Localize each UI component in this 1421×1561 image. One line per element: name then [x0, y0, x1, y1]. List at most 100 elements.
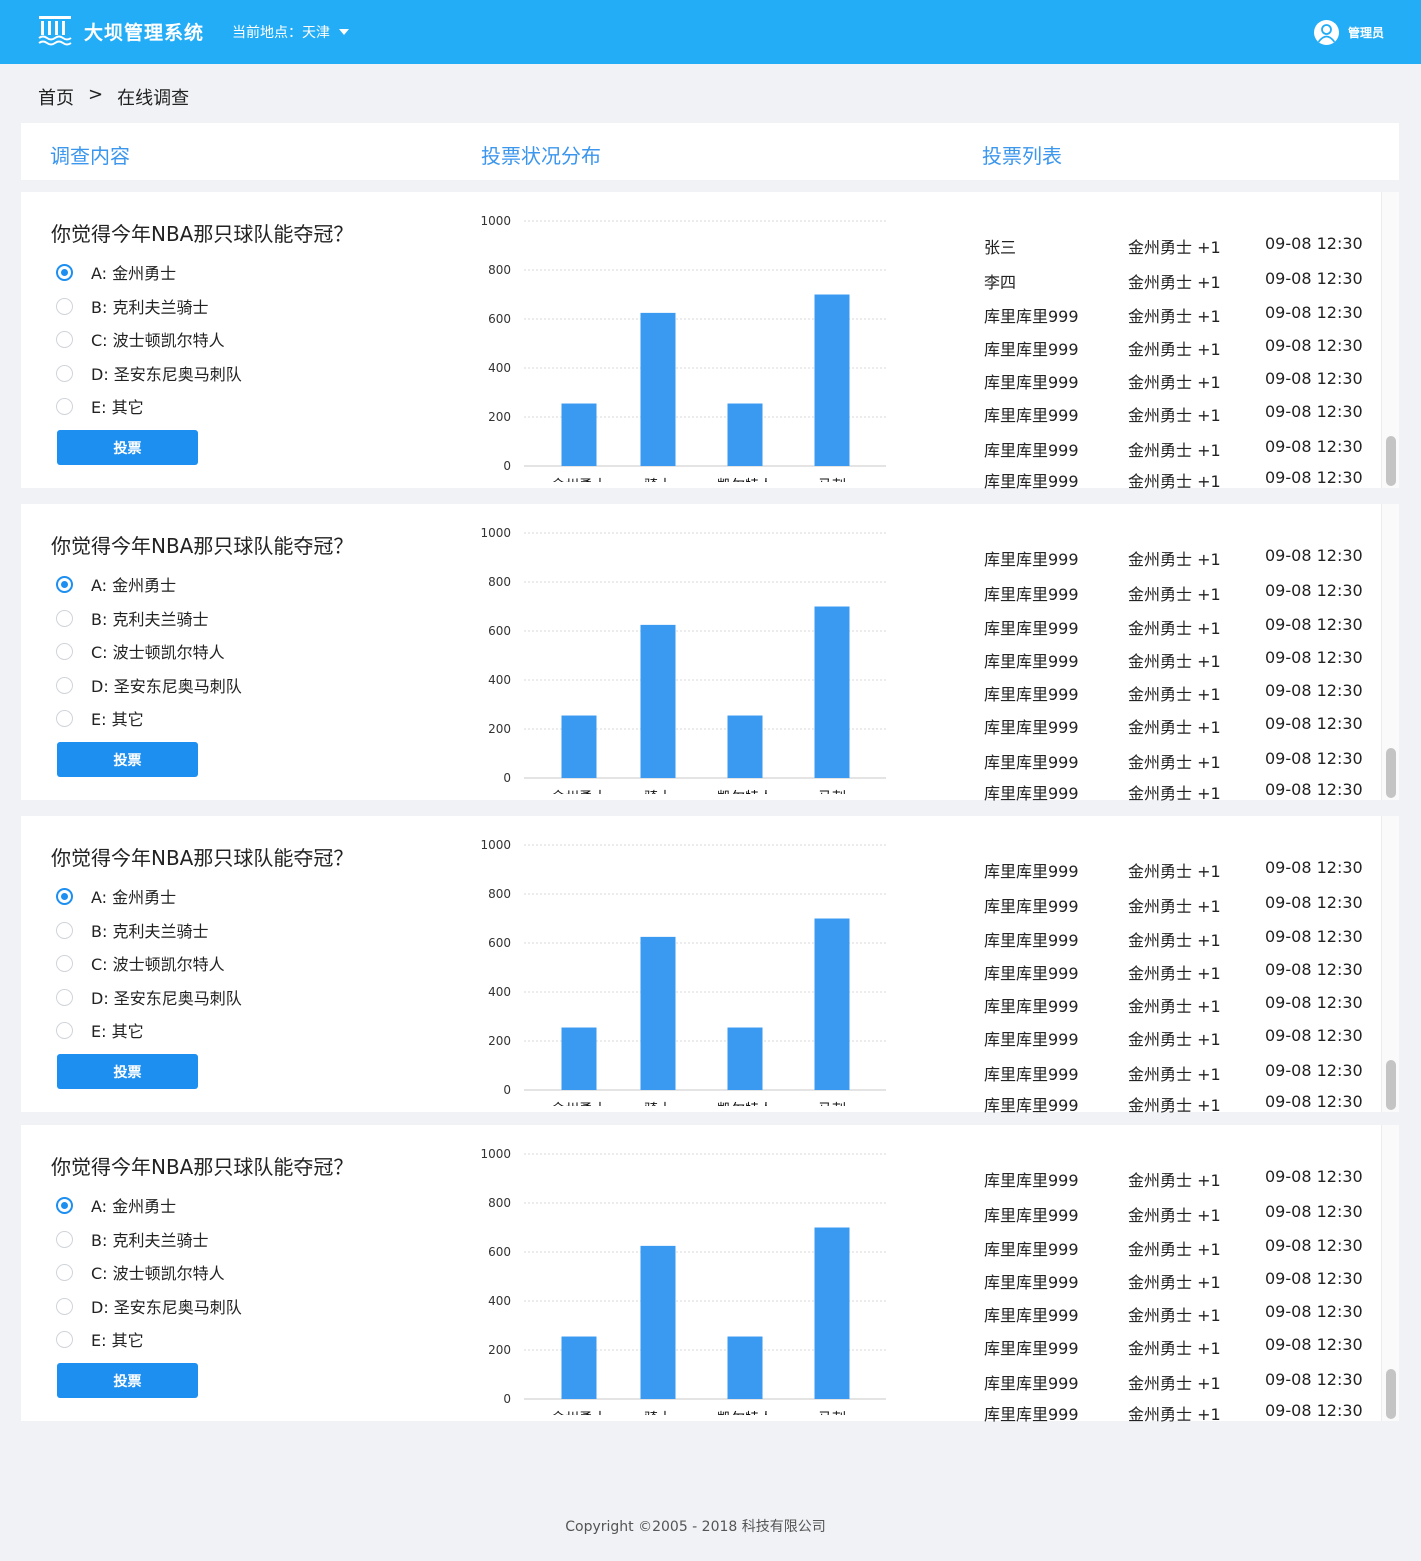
- survey-option[interactable]: B: 克利夫兰骑士: [56, 918, 208, 942]
- radio-unchecked-icon[interactable]: [56, 1230, 73, 1248]
- scrollbar-thumb[interactable]: [1386, 748, 1396, 798]
- survey-option[interactable]: E: 其它: [56, 1018, 144, 1042]
- survey-option[interactable]: C: 波士顿凯尔特人: [56, 327, 225, 351]
- vote-choice: 金州勇士 +1: [1128, 652, 1221, 671]
- radio-checked-icon[interactable]: [56, 887, 73, 905]
- column-title-distribution: 投票状况分布: [481, 144, 601, 168]
- vote-list-scrollbar[interactable]: [1381, 816, 1399, 1112]
- vote-time: 09-08 12:30: [1265, 858, 1363, 877]
- survey-option[interactable]: D: 圣安东尼奥马刺队: [56, 673, 242, 697]
- user-avatar-icon: [1314, 20, 1339, 45]
- voter-name: 库里库里999: [984, 619, 1079, 638]
- survey-option[interactable]: B: 克利夫兰骑士: [56, 606, 208, 630]
- scrollbar-thumb[interactable]: [1386, 436, 1396, 486]
- radio-checked-icon[interactable]: [56, 575, 73, 593]
- chart-bar: [727, 715, 763, 778]
- vote-button[interactable]: 投票: [57, 742, 198, 777]
- survey-option[interactable]: D: 圣安东尼奥马刺队: [56, 985, 242, 1009]
- voter-name: 库里库里999: [984, 585, 1079, 604]
- radio-unchecked-icon[interactable]: [56, 921, 73, 939]
- survey-option[interactable]: A: 金州勇士: [56, 884, 176, 908]
- voter-name: 库里库里999: [984, 1171, 1079, 1190]
- x-category-label: 马刺: [818, 1102, 846, 1106]
- survey-option[interactable]: D: 圣安东尼奥马刺队: [56, 1294, 242, 1318]
- vote-list-scrollbar[interactable]: [1381, 192, 1399, 488]
- survey-option[interactable]: E: 其它: [56, 1327, 144, 1351]
- survey-option-label: D: 圣安东尼奥马刺队: [91, 1298, 242, 1317]
- voter-name: 库里库里999: [984, 406, 1079, 425]
- x-category-label: 马刺: [818, 478, 846, 482]
- voter-name: 库里库里999: [984, 997, 1079, 1016]
- vote-time: 09-08 12:30: [1265, 303, 1363, 322]
- x-category-label: 骑士: [644, 1411, 672, 1415]
- y-tick-label: 800: [488, 887, 511, 901]
- radio-unchecked-icon[interactable]: [56, 364, 73, 382]
- vote-time: 09-08 12:30: [1265, 1302, 1363, 1321]
- survey-option[interactable]: E: 其它: [56, 706, 144, 730]
- vote-time: 09-08 12:30: [1265, 336, 1363, 355]
- vote-time: 09-08 12:30: [1265, 402, 1363, 421]
- voter-name: 库里库里999: [984, 550, 1079, 569]
- y-tick-label: 800: [488, 575, 511, 589]
- survey-option[interactable]: A: 金州勇士: [56, 1193, 176, 1217]
- radio-unchecked-icon[interactable]: [56, 1021, 73, 1039]
- voter-name: 库里库里999: [984, 784, 1079, 803]
- survey-option[interactable]: E: 其它: [56, 394, 144, 418]
- vote-choice: 金州勇士 +1: [1128, 1374, 1221, 1393]
- radio-unchecked-icon[interactable]: [56, 297, 73, 315]
- x-category-label: 金州勇士: [551, 478, 607, 482]
- survey-option-label: B: 克利夫兰骑士: [91, 610, 209, 629]
- survey-option[interactable]: C: 波士顿凯尔特人: [56, 639, 225, 663]
- vote-button[interactable]: 投票: [57, 430, 198, 465]
- radio-unchecked-icon[interactable]: [56, 1330, 73, 1348]
- chart-bar: [561, 715, 597, 778]
- y-tick-label: 400: [488, 673, 511, 687]
- voter-name: 库里库里999: [984, 373, 1079, 392]
- vote-time: 09-08 12:30: [1265, 581, 1363, 600]
- radio-unchecked-icon[interactable]: [56, 330, 73, 348]
- y-tick-label: 600: [488, 624, 511, 638]
- x-category-label: 骑士: [644, 478, 672, 482]
- radio-unchecked-icon[interactable]: [56, 1297, 73, 1315]
- radio-checked-icon[interactable]: [56, 1196, 73, 1214]
- survey-option[interactable]: A: 金州勇士: [56, 572, 176, 596]
- scrollbar-thumb[interactable]: [1386, 1369, 1396, 1419]
- survey-option[interactable]: C: 波士顿凯尔特人: [56, 951, 225, 975]
- vote-choice: 金州勇士 +1: [1128, 406, 1221, 425]
- app-title: 大坝管理系统: [84, 22, 205, 44]
- user-menu[interactable]: 管理员: [1314, 20, 1384, 45]
- vote-time: 09-08 12:30: [1265, 1092, 1363, 1111]
- vote-list-scrollbar[interactable]: [1381, 504, 1399, 800]
- location-selector[interactable]: 当前地点：天津: [232, 22, 349, 42]
- survey-option[interactable]: A: 金州勇士: [56, 260, 176, 284]
- survey-option[interactable]: B: 克利夫兰骑士: [56, 1227, 208, 1251]
- vote-list-scrollbar[interactable]: [1381, 1125, 1399, 1421]
- survey-option-label: E: 其它: [91, 710, 144, 729]
- breadcrumb-home[interactable]: 首页: [38, 84, 74, 110]
- radio-unchecked-icon[interactable]: [56, 609, 73, 627]
- voter-name: 库里库里999: [984, 472, 1079, 491]
- vote-choice: 金州勇士 +1: [1128, 1065, 1221, 1084]
- radio-checked-icon[interactable]: [56, 263, 73, 281]
- vote-choice: 金州勇士 +1: [1128, 1206, 1221, 1225]
- radio-unchecked-icon[interactable]: [56, 954, 73, 972]
- radio-unchecked-icon[interactable]: [56, 709, 73, 727]
- radio-unchecked-icon[interactable]: [56, 988, 73, 1006]
- x-category-label: 凯尔特人: [717, 1411, 773, 1415]
- vote-choice: 金州勇士 +1: [1128, 307, 1221, 326]
- radio-unchecked-icon[interactable]: [56, 676, 73, 694]
- vote-button[interactable]: 投票: [57, 1054, 198, 1089]
- survey-card: 你觉得今年NBA那只球队能夺冠？ A: 金州勇士 B: 克利夫兰骑士 C: 波士顿凯尔…: [21, 816, 1399, 1115]
- vote-choice: 金州勇士 +1: [1128, 753, 1221, 772]
- voter-name: 库里库里999: [984, 1374, 1079, 1393]
- survey-option[interactable]: C: 波士顿凯尔特人: [56, 1260, 225, 1284]
- vote-button[interactable]: 投票: [57, 1363, 198, 1398]
- radio-unchecked-icon[interactable]: [56, 642, 73, 660]
- survey-option[interactable]: B: 克利夫兰骑士: [56, 294, 208, 318]
- survey-option[interactable]: D: 圣安东尼奥马刺队: [56, 361, 242, 385]
- radio-unchecked-icon[interactable]: [56, 397, 73, 415]
- survey-option-label: A: 金州勇士: [91, 264, 177, 283]
- vote-time: 09-08 12:30: [1265, 960, 1363, 979]
- radio-unchecked-icon[interactable]: [56, 1263, 73, 1281]
- scrollbar-thumb[interactable]: [1386, 1060, 1396, 1110]
